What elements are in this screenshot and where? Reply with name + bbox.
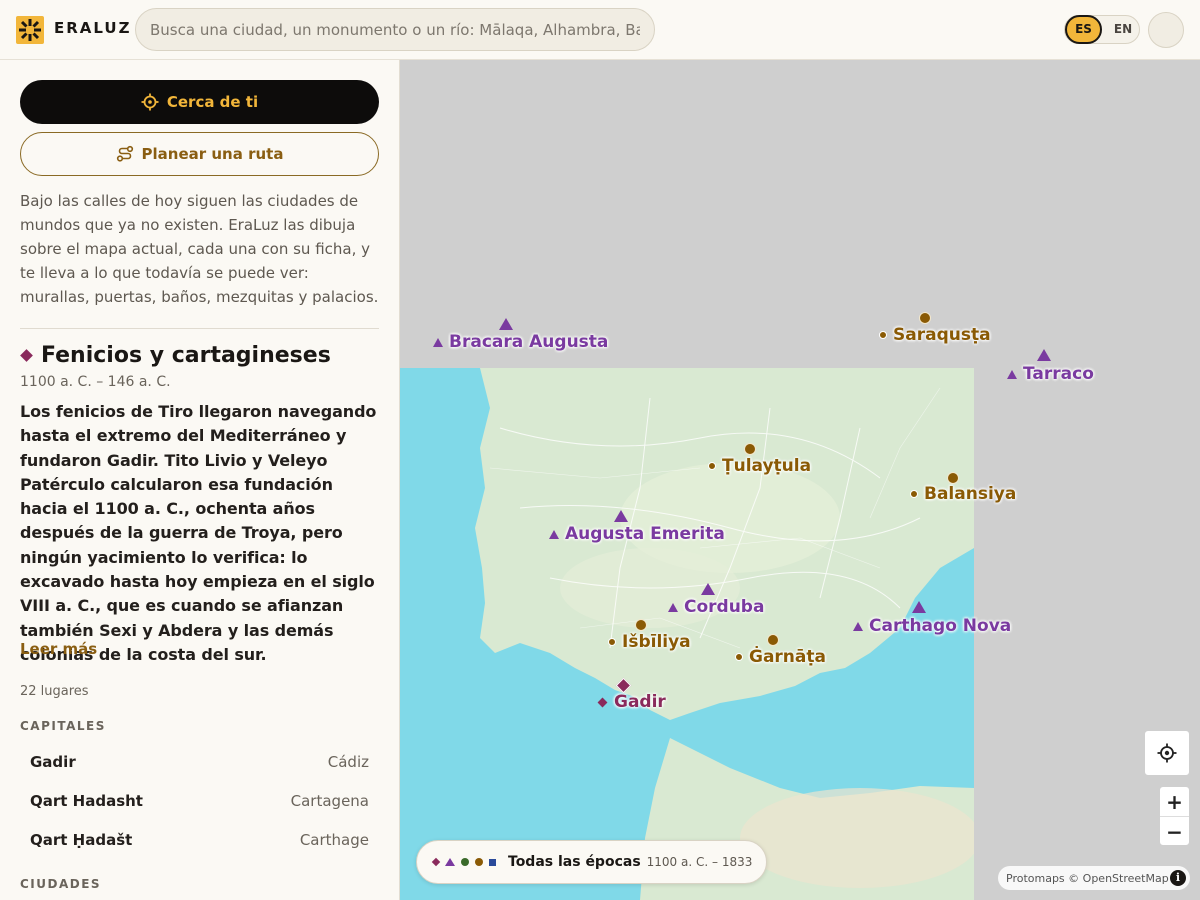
roman-triangle-icon — [445, 858, 455, 866]
andalusi-dot-icon — [910, 490, 918, 498]
andalusi-dot-icon — [608, 638, 616, 646]
list-item[interactable]: Gadir Cádiz — [20, 743, 379, 781]
map-label-text: Tarraco — [1023, 364, 1094, 384]
place-name: Gadir — [30, 753, 76, 771]
map-label[interactable]: Balansiya — [910, 484, 1016, 504]
eraluz-logo-icon[interactable] — [16, 16, 44, 44]
map-attribution: Protomaps © OpenStreetMap i — [998, 866, 1190, 890]
andalusi-dot-icon — [879, 331, 887, 339]
era-title: Fenicios y cartagineses — [41, 343, 331, 368]
divider — [20, 328, 379, 329]
places-count: 22 lugares — [20, 684, 89, 699]
list-item[interactable]: Qart Ḥadašt Carthage — [20, 821, 379, 859]
language-switch: ES EN — [1064, 15, 1140, 44]
andalusi-dot-icon — [708, 462, 716, 470]
zoom-out-button[interactable]: − — [1160, 817, 1189, 846]
era-heading: Fenicios y cartagineses — [20, 343, 331, 368]
map-label-text: Gadir — [614, 692, 666, 712]
phoenician-diamond-icon — [20, 349, 33, 362]
section-cities: CIUDADES — [20, 877, 102, 891]
map-label[interactable]: Carthago Nova — [853, 616, 1011, 636]
plan-route-label: Planear una ruta — [141, 145, 284, 163]
visigothic-dot-icon — [461, 858, 469, 866]
map-marker[interactable] — [635, 619, 647, 631]
era-selector-range: 1100 a. C. – 1833 — [646, 855, 753, 869]
search-input[interactable] — [135, 8, 655, 51]
era-selector[interactable]: Todas las épocas 1100 a. C. – 1833 — [416, 840, 767, 884]
map-label-text: Balansiya — [924, 484, 1017, 504]
phoenician-diamond-icon — [597, 697, 608, 707]
info-icon[interactable]: i — [1170, 870, 1186, 886]
section-capitals: CAPITALES — [20, 719, 106, 733]
place-name: Qart Hadasht — [30, 792, 143, 810]
map-label[interactable]: Augusta Emerita — [549, 524, 725, 544]
map-marker[interactable] — [947, 472, 959, 484]
intro-text: Bajo las calles de hoy siguen las ciudad… — [20, 192, 379, 306]
brand-name[interactable]: ERALUZ — [54, 19, 132, 37]
roman-triangle-icon — [668, 602, 678, 612]
map-label[interactable]: Ṭulayṭula — [708, 456, 811, 476]
map-label-text: Išbīliya — [622, 632, 691, 652]
map-label[interactable]: Corduba — [668, 597, 764, 617]
map-label-text: Ṭulayṭula — [722, 456, 812, 476]
place-modern-name: Carthage — [299, 831, 369, 849]
map-label-text: Ġarnāṭa — [749, 647, 826, 667]
map-label[interactable]: Bracara Augusta — [433, 332, 608, 352]
map-label[interactable]: Saraqusṭa — [879, 325, 991, 345]
map-label-text: Carthago Nova — [869, 616, 1012, 636]
sidebar: Cerca de ti Planear una ruta Bajo las ca… — [0, 60, 400, 900]
map-label-text: Augusta Emerita — [565, 524, 725, 544]
attribution-text[interactable]: Protomaps © OpenStreetMap — [1006, 872, 1169, 885]
phoenician-diamond-icon — [431, 857, 441, 867]
map-label[interactable]: Tarraco — [1007, 364, 1094, 384]
place-modern-name: Cartagena — [290, 792, 369, 810]
list-item[interactable]: Qart Hadasht Cartagena — [20, 782, 379, 820]
roman-triangle-icon — [1007, 369, 1017, 379]
app-header: ERALUZ ES EN — [0, 0, 1200, 60]
map-label-text: Corduba — [684, 597, 765, 617]
near-me-label: Cerca de ti — [166, 93, 259, 111]
place-name: Qart Ḥadašt — [30, 831, 133, 849]
user-avatar-button[interactable] — [1148, 12, 1184, 48]
map-marker[interactable] — [919, 312, 931, 324]
map-marker[interactable] — [744, 443, 756, 455]
place-modern-name: Cádiz — [327, 753, 369, 771]
map-marker[interactable] — [701, 583, 715, 595]
era-dates: 1100 a. C. – 146 a. C. — [20, 374, 171, 390]
lang-es-button[interactable]: ES — [1065, 15, 1102, 44]
era-legend — [431, 857, 496, 867]
roman-triangle-icon — [433, 337, 443, 347]
andalusi-dot-icon — [735, 653, 743, 661]
lang-en-button[interactable]: EN — [1109, 16, 1137, 43]
map-label-text: Bracara Augusta — [449, 332, 609, 352]
geolocate-button[interactable] — [1144, 730, 1190, 776]
era-description: Los fenicios de Tiro llegaron navegando … — [20, 402, 377, 664]
zoom-control: + − — [1159, 786, 1190, 846]
map-marker[interactable] — [499, 318, 513, 330]
read-more-link[interactable]: Leer más — [20, 640, 97, 658]
era-selector-title: Todas las épocas — [508, 854, 641, 870]
modern-square-icon — [489, 858, 496, 866]
route-icon — [116, 145, 133, 162]
near-me-button[interactable]: Cerca de ti — [20, 80, 379, 124]
andalusi-dot-icon — [475, 858, 483, 866]
map-label-text: Saraqusṭa — [893, 325, 991, 345]
roman-triangle-icon — [853, 621, 863, 631]
map-label[interactable]: Ġarnāṭa — [735, 647, 826, 667]
map-label[interactable]: Išbīliya — [608, 632, 691, 652]
zoom-in-button[interactable]: + — [1160, 787, 1189, 816]
map-marker[interactable] — [614, 510, 628, 522]
map-canvas[interactable]: Bracara Augusta Saraqusṭa Tarraco Ṭulayṭ… — [400, 60, 1200, 900]
roman-triangle-icon — [549, 529, 559, 539]
map-marker[interactable] — [767, 634, 779, 646]
locate-icon — [1157, 743, 1177, 763]
map-label[interactable]: Gadir — [597, 692, 666, 712]
crosshair-icon — [141, 93, 159, 111]
plan-route-button[interactable]: Planear una ruta — [20, 132, 379, 176]
map-marker[interactable] — [912, 601, 926, 613]
map-marker[interactable] — [1037, 349, 1051, 361]
